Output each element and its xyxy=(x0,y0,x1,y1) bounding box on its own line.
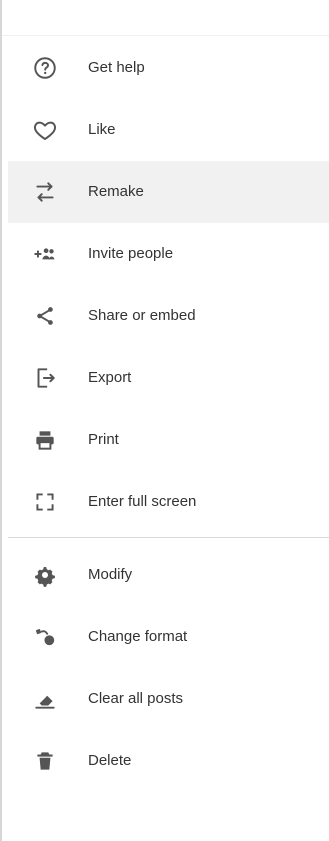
eraser-icon xyxy=(32,686,58,712)
modify-menu-item[interactable]: Modify xyxy=(8,544,329,606)
clear-all-posts-menu-item[interactable]: Clear all posts xyxy=(8,668,329,730)
primary-actions-section: Get help Like Remake Invite people Share… xyxy=(8,37,329,533)
gear-icon xyxy=(32,562,58,588)
heart-outline-icon xyxy=(32,117,58,143)
export-label: Export xyxy=(88,369,132,386)
remake-label: Remake xyxy=(88,183,144,200)
clear-all-posts-label: Clear all posts xyxy=(88,690,184,707)
share-or-embed-label: Share or embed xyxy=(88,307,196,324)
change-format-label: Change format xyxy=(88,628,188,645)
invite-people-label: Invite people xyxy=(88,245,174,262)
like-menu-item[interactable]: Like xyxy=(8,99,329,161)
get-help-menu-item[interactable]: Get help xyxy=(8,37,329,99)
share-icon xyxy=(32,303,58,329)
trash-icon xyxy=(32,748,58,774)
enter-full-screen-label: Enter full screen xyxy=(88,493,197,510)
change-format-menu-item[interactable]: Change format xyxy=(8,606,329,668)
print-label: Print xyxy=(88,431,119,448)
invite-people-icon xyxy=(32,241,58,267)
enter-full-screen-menu-item[interactable]: Enter full screen xyxy=(8,471,329,533)
menu-panel: Get help Like Remake Invite people Share… xyxy=(0,0,329,841)
change-format-icon xyxy=(32,624,58,650)
remake-icon xyxy=(32,179,58,205)
export-icon xyxy=(32,365,58,391)
top-strip xyxy=(0,0,329,36)
menu-divider xyxy=(8,537,329,538)
delete-menu-item[interactable]: Delete xyxy=(8,730,329,792)
print-icon xyxy=(32,427,58,453)
help-circle-icon xyxy=(32,55,58,81)
share-or-embed-menu-item[interactable]: Share or embed xyxy=(8,285,329,347)
secondary-actions-section: Modify Change format Clear all posts Del… xyxy=(8,544,329,792)
like-label: Like xyxy=(88,121,116,138)
invite-people-menu-item[interactable]: Invite people xyxy=(8,223,329,285)
actions-menu: Get help Like Remake Invite people Share… xyxy=(8,37,329,841)
get-help-label: Get help xyxy=(88,59,145,76)
print-menu-item[interactable]: Print xyxy=(8,409,329,471)
export-menu-item[interactable]: Export xyxy=(8,347,329,409)
modify-label: Modify xyxy=(88,566,133,583)
delete-label: Delete xyxy=(88,752,132,769)
fullscreen-icon xyxy=(32,489,58,515)
remake-menu-item[interactable]: Remake xyxy=(8,161,329,223)
left-border xyxy=(0,0,2,841)
